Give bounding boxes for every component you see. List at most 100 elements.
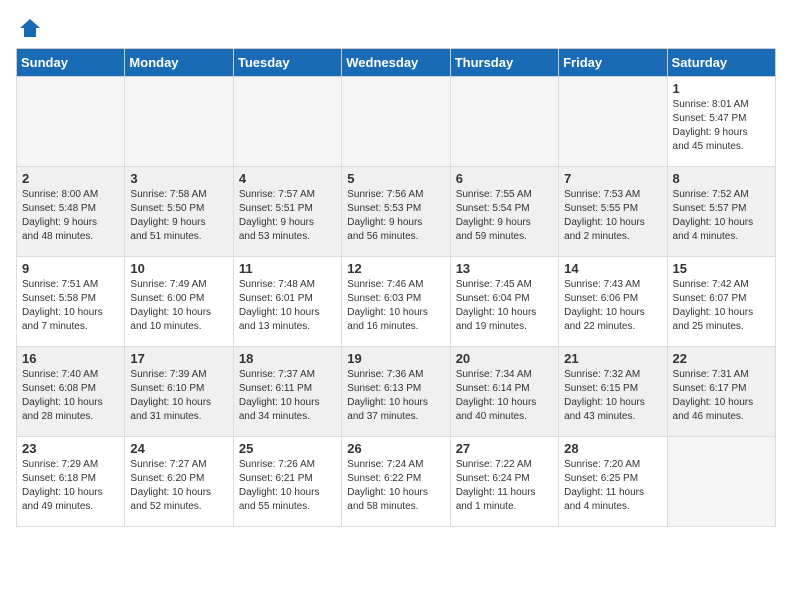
day-info: Sunrise: 7:36 AM Sunset: 6:13 PM Dayligh… [347,368,444,424]
day-info: Sunrise: 7:56 AM Sunset: 5:53 PM Dayligh… [347,188,444,244]
day-number: 28 [564,441,661,456]
calendar-cell: 23Sunrise: 7:29 AM Sunset: 6:18 PM Dayli… [17,437,125,527]
day-number: 21 [564,351,661,366]
calendar-cell: 4 Sunrise: 7:57 AM Sunset: 5:51 PM Daylig… [233,167,341,257]
day-number: 25 [239,441,336,456]
day-info: Sunrise: 7:58 AM Sunset: 5:50 PM Dayligh… [130,188,227,244]
calendar-week-row: 9 Sunrise: 7:51 AM Sunset: 5:58 PM Daylig… [17,257,776,347]
day-info: Sunrise: 7:26 AM Sunset: 6:21 PM Dayligh… [239,458,336,514]
calendar-cell: 19 Sunrise: 7:36 AM Sunset: 6:13 PM Dayli… [342,347,450,437]
day-number: 11 [239,261,336,276]
calendar-cell [125,77,233,167]
page-header [16,16,776,40]
calendar-cell: 21 Sunrise: 7:32 AM Sunset: 6:15 PM Dayli… [559,347,667,437]
day-info: Sunrise: 7:43 AM Sunset: 6:06 PM Dayligh… [564,278,661,334]
day-number: 4 [239,171,336,186]
day-number: 26 [347,441,444,456]
col-header-thursday: Thursday [450,49,558,77]
day-number: 12 [347,261,444,276]
calendar-header-row: SundayMondayTuesdayWednesdayThursdayFrid… [17,49,776,77]
calendar-cell [233,77,341,167]
col-header-sunday: Sunday [17,49,125,77]
calendar-cell: 15Sunrise: 7:42 AM Sunset: 6:07 PM Dayli… [667,257,775,347]
day-number: 7 [564,171,661,186]
col-header-friday: Friday [559,49,667,77]
calendar-cell [559,77,667,167]
day-info: Sunrise: 7:32 AM Sunset: 6:15 PM Dayligh… [564,368,661,424]
col-header-tuesday: Tuesday [233,49,341,77]
calendar-cell: 13 Sunrise: 7:45 AM Sunset: 6:04 PM Dayli… [450,257,558,347]
day-number: 17 [130,351,227,366]
day-info: Sunrise: 7:52 AM Sunset: 5:57 PM Dayligh… [673,188,770,244]
day-info: Sunrise: 7:31 AM Sunset: 6:17 PM Dayligh… [673,368,770,424]
calendar-cell: 25 Sunrise: 7:26 AM Sunset: 6:21 PM Dayli… [233,437,341,527]
calendar-cell: 11 Sunrise: 7:48 AM Sunset: 6:01 PM Dayli… [233,257,341,347]
day-number: 19 [347,351,444,366]
calendar-week-row: 23Sunrise: 7:29 AM Sunset: 6:18 PM Dayli… [17,437,776,527]
day-info: Sunrise: 8:01 AM Sunset: 5:47 PM Dayligh… [673,98,770,154]
col-header-saturday: Saturday [667,49,775,77]
day-number: 6 [456,171,553,186]
calendar-table: SundayMondayTuesdayWednesdayThursdayFrid… [16,48,776,527]
day-info: Sunrise: 7:22 AM Sunset: 6:24 PM Dayligh… [456,458,553,514]
day-info: Sunrise: 7:20 AM Sunset: 6:25 PM Dayligh… [564,458,661,514]
day-number: 8 [673,171,770,186]
day-info: Sunrise: 7:48 AM Sunset: 6:01 PM Dayligh… [239,278,336,334]
day-number: 10 [130,261,227,276]
day-number: 20 [456,351,553,366]
day-number: 23 [22,441,119,456]
calendar-cell: 28 Sunrise: 7:20 AM Sunset: 6:25 PM Dayli… [559,437,667,527]
day-number: 22 [673,351,770,366]
day-info: Sunrise: 7:45 AM Sunset: 6:04 PM Dayligh… [456,278,553,334]
calendar-cell: 12 Sunrise: 7:46 AM Sunset: 6:03 PM Dayli… [342,257,450,347]
day-number: 13 [456,261,553,276]
day-number: 27 [456,441,553,456]
day-number: 5 [347,171,444,186]
day-number: 2 [22,171,119,186]
day-number: 18 [239,351,336,366]
calendar-cell: 6Sunrise: 7:55 AM Sunset: 5:54 PM Daylig… [450,167,558,257]
calendar-cell: 8 Sunrise: 7:52 AM Sunset: 5:57 PM Daylig… [667,167,775,257]
calendar-cell [450,77,558,167]
calendar-cell: 20 Sunrise: 7:34 AM Sunset: 6:14 PM Dayli… [450,347,558,437]
day-info: Sunrise: 7:34 AM Sunset: 6:14 PM Dayligh… [456,368,553,424]
calendar-cell: 5 Sunrise: 7:56 AM Sunset: 5:53 PM Daylig… [342,167,450,257]
day-info: Sunrise: 7:42 AM Sunset: 6:07 PM Dayligh… [673,278,770,334]
logo [16,16,42,40]
calendar-cell: 7 Sunrise: 7:53 AM Sunset: 5:55 PM Daylig… [559,167,667,257]
col-header-wednesday: Wednesday [342,49,450,77]
calendar-cell: 14 Sunrise: 7:43 AM Sunset: 6:06 PM Dayli… [559,257,667,347]
day-info: Sunrise: 7:51 AM Sunset: 5:58 PM Dayligh… [22,278,119,334]
calendar-cell: 10 Sunrise: 7:49 AM Sunset: 6:00 PM Dayli… [125,257,233,347]
calendar-week-row: 16 Sunrise: 7:40 AM Sunset: 6:08 PM Dayli… [17,347,776,437]
calendar-cell: 2 Sunrise: 8:00 AM Sunset: 5:48 PM Daylig… [17,167,125,257]
calendar-cell: 9 Sunrise: 7:51 AM Sunset: 5:58 PM Daylig… [17,257,125,347]
calendar-cell: 1Sunrise: 8:01 AM Sunset: 5:47 PM Daylig… [667,77,775,167]
calendar-cell [667,437,775,527]
day-number: 9 [22,261,119,276]
day-info: Sunrise: 7:24 AM Sunset: 6:22 PM Dayligh… [347,458,444,514]
calendar-cell [342,77,450,167]
day-number: 14 [564,261,661,276]
logo-icon [18,16,42,40]
calendar-cell: 22 Sunrise: 7:31 AM Sunset: 6:17 PM Dayli… [667,347,775,437]
calendar-cell: 3 Sunrise: 7:58 AM Sunset: 5:50 PM Daylig… [125,167,233,257]
day-number: 3 [130,171,227,186]
day-info: Sunrise: 7:57 AM Sunset: 5:51 PM Dayligh… [239,188,336,244]
day-info: Sunrise: 7:37 AM Sunset: 6:11 PM Dayligh… [239,368,336,424]
calendar-cell [17,77,125,167]
day-info: Sunrise: 8:00 AM Sunset: 5:48 PM Dayligh… [22,188,119,244]
calendar-week-row: 1Sunrise: 8:01 AM Sunset: 5:47 PM Daylig… [17,77,776,167]
day-info: Sunrise: 7:53 AM Sunset: 5:55 PM Dayligh… [564,188,661,244]
day-info: Sunrise: 7:49 AM Sunset: 6:00 PM Dayligh… [130,278,227,334]
day-number: 16 [22,351,119,366]
calendar-cell: 27 Sunrise: 7:22 AM Sunset: 6:24 PM Dayli… [450,437,558,527]
col-header-monday: Monday [125,49,233,77]
day-info: Sunrise: 7:40 AM Sunset: 6:08 PM Dayligh… [22,368,119,424]
calendar-cell: 16 Sunrise: 7:40 AM Sunset: 6:08 PM Dayli… [17,347,125,437]
day-number: 24 [130,441,227,456]
day-info: Sunrise: 7:39 AM Sunset: 6:10 PM Dayligh… [130,368,227,424]
calendar-cell: 26 Sunrise: 7:24 AM Sunset: 6:22 PM Dayli… [342,437,450,527]
calendar-cell: 18 Sunrise: 7:37 AM Sunset: 6:11 PM Dayli… [233,347,341,437]
day-info: Sunrise: 7:46 AM Sunset: 6:03 PM Dayligh… [347,278,444,334]
